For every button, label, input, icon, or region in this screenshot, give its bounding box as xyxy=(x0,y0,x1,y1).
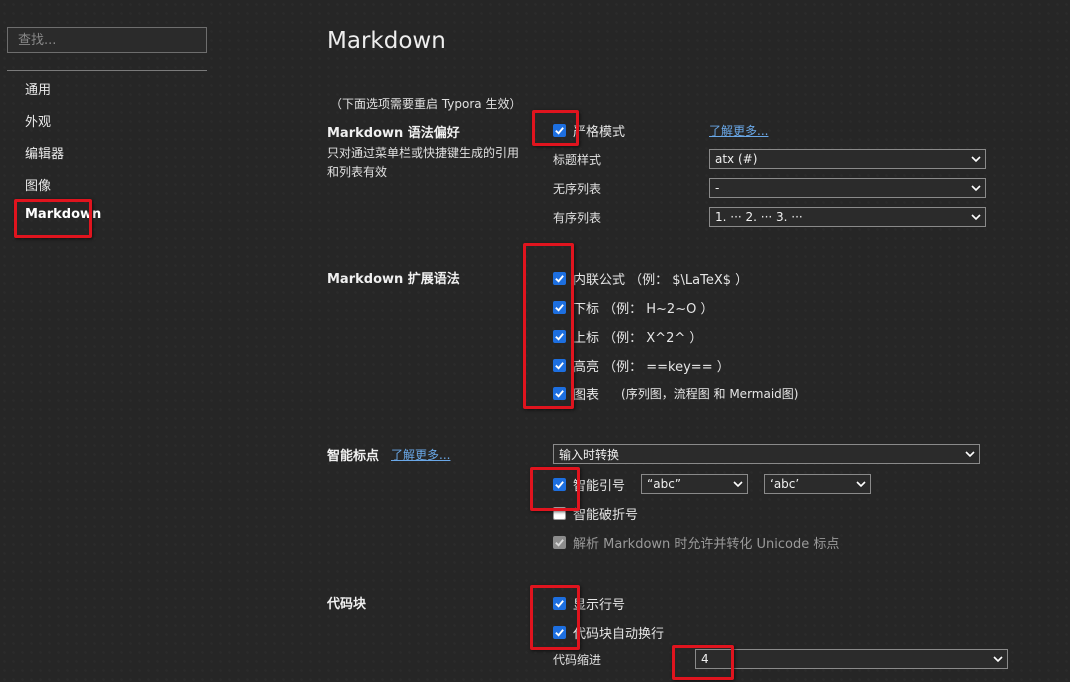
inline-math-checkbox[interactable] xyxy=(553,271,566,285)
superscript-label: 上标 （例： X^2^ ） xyxy=(573,330,703,346)
single-quote-select[interactable]: ‘abc’ xyxy=(764,474,871,494)
ordered-list-value: 1. ··· 2. ··· 3. ··· xyxy=(715,210,803,224)
smart-quotes-checkbox[interactable] xyxy=(553,477,566,491)
diagrams-option[interactable]: 图表 (序列图，流程图 和 Mermaid图) xyxy=(553,384,799,403)
chevron-down-icon xyxy=(989,650,1007,668)
superscript-checkbox[interactable] xyxy=(553,329,566,343)
code-wrap-option[interactable]: 代码块自动换行 xyxy=(553,623,665,642)
code-indent-select[interactable]: 4 xyxy=(695,649,1008,669)
smart-punct-mode-select[interactable]: 输入时转换 xyxy=(553,444,980,464)
code-wrap-label: 代码块自动换行 xyxy=(573,626,665,642)
smart-punct-title: 智能标点 xyxy=(327,449,380,464)
subscript-option[interactable]: 下标 （例： H~2~O ） xyxy=(553,298,714,317)
search-input[interactable] xyxy=(7,27,207,53)
chevron-down-icon xyxy=(961,445,979,463)
unicode-punct-option: 解析 Markdown 时允许并转化 Unicode 标点 xyxy=(553,533,840,552)
code-indent-label: 代码缩进 xyxy=(553,653,602,667)
restart-note: （下面选项需要重启 Typora 生效） xyxy=(330,97,522,111)
syntax-pref-description: 只对通过菜单栏或快捷键生成的引用和列表有效 xyxy=(327,146,520,179)
diagrams-label: 图表 xyxy=(573,387,600,403)
superscript-option[interactable]: 上标 （例： X^2^ ） xyxy=(553,327,703,346)
ordered-list-select[interactable]: 1. ··· 2. ··· 3. ··· xyxy=(709,207,986,227)
unordered-list-select[interactable]: - xyxy=(709,178,986,198)
unicode-punct-label: 解析 Markdown 时允许并转化 Unicode 标点 xyxy=(573,536,840,552)
code-block-title: 代码块 xyxy=(327,597,367,612)
line-numbers-checkbox[interactable] xyxy=(553,596,566,610)
inline-math-option[interactable]: 内联公式 （例： $\LaTeX$ ） xyxy=(553,269,749,288)
chevron-down-icon xyxy=(967,208,985,226)
diagrams-note: (序列图，流程图 和 Mermaid图) xyxy=(621,386,799,401)
unordered-list-value: - xyxy=(715,181,720,195)
chevron-down-icon xyxy=(967,179,985,197)
highlight-option[interactable]: 高亮 （例： ==key== ） xyxy=(553,356,730,375)
smart-quotes-label: 智能引号 xyxy=(573,478,626,494)
syntax-pref-title: Markdown 语法偏好 xyxy=(327,126,460,141)
chevron-down-icon xyxy=(852,475,870,493)
smart-dashes-option[interactable]: 智能破折号 xyxy=(553,504,639,523)
strict-mode-checkbox[interactable] xyxy=(553,123,566,137)
syntax-learn-more-link[interactable]: 了解更多... xyxy=(709,122,768,139)
sidebar-item-general[interactable]: 通用 xyxy=(25,79,51,98)
code-wrap-checkbox[interactable] xyxy=(553,625,566,639)
page-title: Markdown xyxy=(327,28,446,54)
smart-dashes-label: 智能破折号 xyxy=(573,507,639,523)
sidebar-divider xyxy=(7,70,207,71)
sidebar-item-editor[interactable]: 编辑器 xyxy=(25,143,64,162)
double-quote-value: “abc” xyxy=(647,477,682,491)
inline-math-label: 内联公式 （例： $\LaTeX$ ） xyxy=(573,272,749,288)
subscript-label: 下标 （例： H~2~O ） xyxy=(573,301,714,317)
sidebar-item-markdown[interactable]: Markdown xyxy=(25,207,101,222)
sidebar-item-image[interactable]: 图像 xyxy=(25,175,51,194)
heading-style-select[interactable]: atx (#) xyxy=(709,149,986,169)
smart-punct-mode-value: 输入时转换 xyxy=(559,447,620,462)
highlight-label: 高亮 （例： ==key== ） xyxy=(573,359,730,375)
smart-dashes-checkbox[interactable] xyxy=(553,506,566,520)
heading-style-label: 标题样式 xyxy=(553,153,602,167)
single-quote-value: ‘abc’ xyxy=(770,477,800,491)
heading-style-value: atx (#) xyxy=(715,152,758,166)
chevron-down-icon xyxy=(729,475,747,493)
subscript-checkbox[interactable] xyxy=(553,300,566,314)
highlight-checkbox[interactable] xyxy=(553,358,566,372)
line-numbers-option[interactable]: 显示行号 xyxy=(553,594,626,613)
double-quote-select[interactable]: “abc” xyxy=(641,474,748,494)
code-indent-value: 4 xyxy=(701,652,709,666)
strict-mode-label: 严格模式 xyxy=(573,124,626,140)
unicode-punct-checkbox xyxy=(553,535,566,549)
ordered-list-label: 有序列表 xyxy=(553,211,602,225)
diagrams-checkbox[interactable] xyxy=(553,386,566,400)
extended-syntax-title: Markdown 扩展语法 xyxy=(327,272,460,287)
strict-mode-option[interactable]: 严格模式 xyxy=(553,121,626,140)
unordered-list-label: 无序列表 xyxy=(553,182,602,196)
sidebar-item-appearance[interactable]: 外观 xyxy=(25,111,51,130)
smart-punct-learn-more-link[interactable]: 了解更多... xyxy=(391,446,450,463)
smart-quotes-option[interactable]: 智能引号 xyxy=(553,475,626,494)
line-numbers-label: 显示行号 xyxy=(573,597,626,613)
chevron-down-icon xyxy=(967,150,985,168)
